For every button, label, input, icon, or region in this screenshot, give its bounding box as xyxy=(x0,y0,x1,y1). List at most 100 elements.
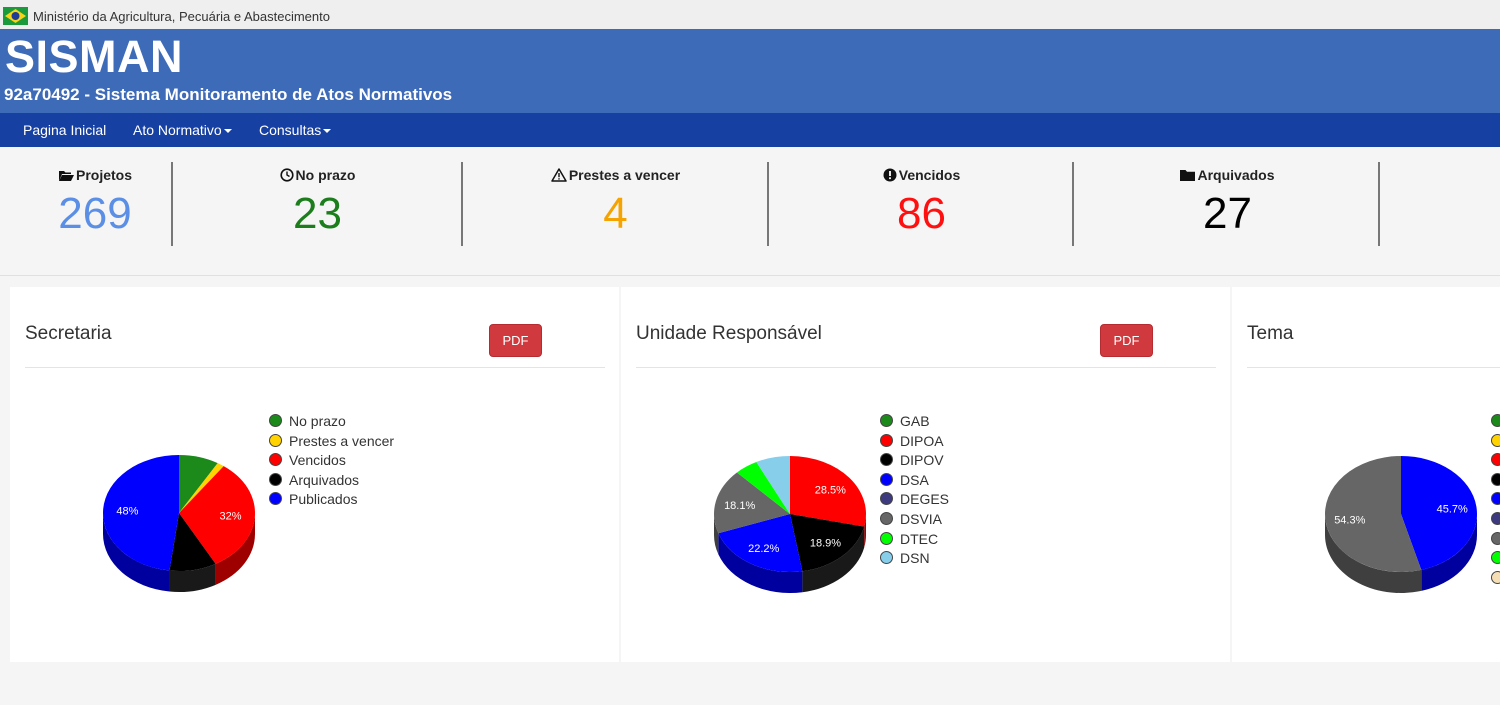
folder-open-icon xyxy=(58,171,74,181)
legend-swatch xyxy=(269,472,282,486)
legend-swatch xyxy=(269,492,282,506)
legend-swatch xyxy=(269,414,282,427)
stat-label: No prazo xyxy=(295,167,356,183)
brazil-flag-icon xyxy=(3,7,28,25)
stat-value: 269 xyxy=(58,189,132,238)
legend-swatch xyxy=(1491,570,1500,584)
legend-item xyxy=(1491,531,1500,551)
ministry-name: Ministério da Agricultura, Pecuária e Ab… xyxy=(33,9,330,24)
stat-no-prazo[interactable]: No prazo 23 xyxy=(173,150,462,258)
legend-swatch xyxy=(880,511,893,525)
nav-label: Ato Normativo xyxy=(133,122,222,138)
stat-label: Projetos xyxy=(75,167,132,183)
pie-slice-label: 18.1% xyxy=(724,500,755,512)
legend-item xyxy=(1491,511,1500,531)
pie-slice-label: 28.5% xyxy=(815,484,846,496)
legend-swatch xyxy=(880,433,893,447)
pie-slice-label: 22.2% xyxy=(748,543,779,555)
stat-vencidos[interactable]: Vencidos 86 xyxy=(769,150,1074,258)
legend-item xyxy=(1491,570,1500,590)
stat-value: 23 xyxy=(293,189,342,238)
panel-secretaria: Secretaria PDF 32% 48% No prazo Prestes a … xyxy=(10,287,619,662)
stat-prestes-a-vencer[interactable]: Prestes a vencer 4 xyxy=(463,150,768,258)
legend-swatch xyxy=(880,453,893,467)
legend-item xyxy=(1491,550,1500,570)
legend-tema xyxy=(1491,413,1500,589)
legend-item: DEGES xyxy=(880,491,949,511)
legend-item xyxy=(1491,433,1500,453)
legend-item: No prazo xyxy=(269,413,394,433)
legend-swatch xyxy=(269,453,282,467)
stat-label: Prestes a vencer xyxy=(568,167,681,183)
legend-swatch xyxy=(269,433,282,447)
folder-icon xyxy=(1180,170,1196,181)
panel-tema: Tema 45.7% 54.3% xyxy=(1232,287,1500,662)
legend-item: GAB xyxy=(880,413,949,433)
app-subtitle: 92a70492 - Sistema Monitoramento de Atos… xyxy=(4,85,453,104)
nav-label: Consultas xyxy=(259,122,322,138)
pie-slice-label: 45.7% xyxy=(1437,504,1468,516)
pie-chart-tema: 45.7% 54.3% xyxy=(1325,456,1477,593)
legend-swatch xyxy=(1491,472,1500,486)
caret-down-icon xyxy=(323,129,332,134)
legend-label: DIPOV xyxy=(900,452,944,469)
legend-label: No prazo xyxy=(289,413,346,429)
legend-swatch xyxy=(880,551,893,565)
exclamation-circle-icon xyxy=(883,168,897,182)
stats-bar: Projetos 269 No prazo 23 Prestes a vence… xyxy=(0,150,1500,258)
app-title: SISMAN xyxy=(5,31,184,82)
legend-swatch xyxy=(1491,414,1500,427)
legend-swatch xyxy=(1491,492,1500,506)
nav-pagina-inicial[interactable]: Pagina Inicial xyxy=(23,122,106,138)
pie-slice-label: 48% xyxy=(116,506,138,518)
pie-slice-label: 18.9% xyxy=(810,538,841,550)
nav-consultas[interactable]: Consultas xyxy=(259,122,332,138)
legend-label: DEGES xyxy=(900,491,950,508)
legend-swatch xyxy=(1491,453,1500,467)
legend-item xyxy=(1491,452,1500,472)
legend-label: DTEC xyxy=(900,530,939,547)
legend-label: DSVIA xyxy=(900,510,943,527)
pie-slice-label: 54.3% xyxy=(1334,514,1365,526)
stat-divider xyxy=(1378,162,1380,246)
legend-label: Prestes a vencer xyxy=(289,432,395,449)
legend-swatch xyxy=(1491,551,1500,565)
legend-label: Publicados xyxy=(289,491,358,508)
panel-unidade-responsavel: Unidade Responsável PDF 28.5% 18.9% 22.2% 1… xyxy=(621,287,1230,662)
legend-swatch xyxy=(1491,511,1500,525)
pie-slice-label: 32% xyxy=(220,510,242,522)
legend-item: Arquivados xyxy=(269,472,394,492)
nav-label: Pagina Inicial xyxy=(23,122,107,138)
legend-swatch xyxy=(880,531,893,545)
clock-icon xyxy=(279,168,294,182)
legend-secretaria: No prazo Prestes a vencer Vencidos Arquivad… xyxy=(269,413,394,511)
stat-projetos[interactable]: Projetos 269 xyxy=(20,150,170,258)
legend-item: Vencidos xyxy=(269,452,394,472)
legend-item: DIPOV xyxy=(880,452,949,472)
legend-label: Vencidos xyxy=(289,452,346,469)
stat-value: 86 xyxy=(897,189,946,238)
app-banner: SISMAN 92a70492 - Sistema Monitoramento … xyxy=(0,29,1500,113)
legend-item xyxy=(1491,472,1500,492)
legend-swatch xyxy=(880,492,893,506)
legend-item xyxy=(1491,413,1500,433)
legend-item xyxy=(1491,491,1500,511)
legend-item: DIPOA xyxy=(880,433,949,453)
legend-item: Prestes a vencer xyxy=(269,433,394,453)
stat-arquivados[interactable]: Arquivados 27 xyxy=(1075,150,1380,258)
stat-divider xyxy=(1072,162,1074,246)
stat-label: Vencidos xyxy=(898,167,961,183)
legend-unidade-responsavel: GAB DIPOA DIPOV DSA DEGES DSVIA DTEC DSN xyxy=(880,413,949,570)
nav-ato-normativo[interactable]: Ato Normativo xyxy=(133,122,232,138)
legend-swatch xyxy=(880,472,893,486)
legend-label: GAB xyxy=(900,413,930,429)
legend-label: DIPOA xyxy=(900,432,944,449)
government-bar: Ministério da Agricultura, Pecuária e Ab… xyxy=(0,0,1500,29)
legend-swatch xyxy=(1491,433,1500,447)
legend-item: Publicados xyxy=(269,491,394,511)
stat-value: 27 xyxy=(1203,189,1252,238)
warning-icon xyxy=(551,168,567,182)
legend-item: DSN xyxy=(880,550,949,570)
legend-swatch xyxy=(1491,531,1500,545)
section-divider xyxy=(0,275,1500,276)
